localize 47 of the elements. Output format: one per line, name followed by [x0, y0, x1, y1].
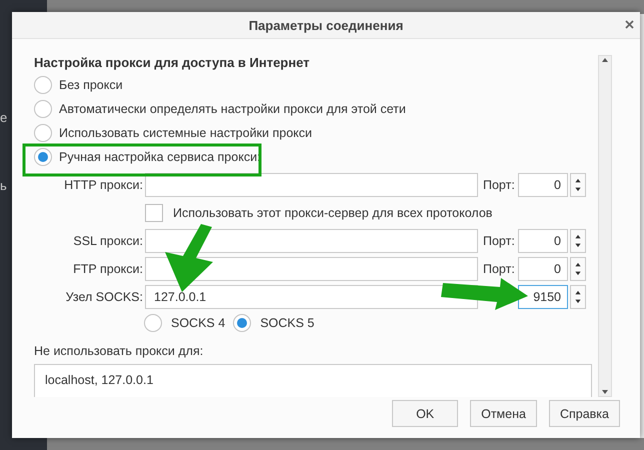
radio-button[interactable]: [233, 314, 252, 332]
input-field[interactable]: [145, 229, 478, 253]
close-icon[interactable]: [625, 20, 634, 29]
dialog-button[interactable]: Справка: [548, 400, 620, 427]
spinner-icon[interactable]: [570, 285, 586, 309]
input-field[interactable]: [145, 173, 478, 197]
radio-button[interactable]: [34, 76, 52, 94]
field-label: FTP прокси:: [72, 262, 143, 276]
background-text: ь: [0, 177, 8, 195]
radio-label[interactable]: Использовать системные настройки прокси: [59, 126, 312, 140]
radio-label[interactable]: SOCKS 4: [171, 316, 226, 330]
scroll-down-icon[interactable]: [601, 388, 609, 396]
window-title: Параметры соединения: [248, 18, 404, 32]
radio-label[interactable]: Автоматически определять настройки прокси для этой сети: [59, 102, 406, 116]
field-label: Узел SOCKS:: [64, 290, 143, 304]
field-label: Не использовать прокси для:: [34, 344, 204, 358]
checkbox[interactable]: [145, 204, 163, 222]
radio-button[interactable]: [144, 314, 162, 332]
checkbox-label[interactable]: Использовать этот прокси-сервер для всех протоколов: [173, 206, 492, 220]
port-field[interactable]: 0: [518, 257, 568, 281]
background-text: е: [0, 109, 8, 127]
radio-button[interactable]: [34, 100, 52, 118]
radio-label[interactable]: Ручная настройка сервиса прокси:: [59, 150, 261, 164]
radio-button[interactable]: [34, 148, 52, 166]
port-field[interactable]: 0: [518, 173, 568, 197]
input-field[interactable]: 127.0.0.1: [145, 285, 478, 309]
radio-label[interactable]: SOCKS 5: [260, 316, 314, 330]
dialog-button[interactable]: OK: [392, 400, 458, 427]
annotation-arrow: [165, 224, 213, 292]
port-label: Порт:: [482, 262, 516, 276]
port-label: Порт:: [482, 234, 516, 248]
field-label: HTTP прокси:: [63, 178, 143, 192]
spinner-icon[interactable]: [570, 173, 586, 197]
scroll-up-icon[interactable]: [601, 56, 609, 64]
scrollbar[interactable]: [598, 55, 612, 397]
spinner-icon[interactable]: [570, 229, 586, 253]
field-label: SSL прокси:: [72, 234, 143, 248]
spinner-icon[interactable]: [570, 257, 586, 281]
port-label: Порт:: [482, 178, 516, 192]
text-area[interactable]: localhost, 127.0.0.1: [34, 364, 592, 397]
section-heading: Настройка прокси для доступа в Интернет: [34, 55, 311, 70]
radio-button[interactable]: [34, 124, 52, 142]
radio-label[interactable]: Без прокси: [59, 78, 123, 92]
port-field[interactable]: 9150: [518, 285, 568, 309]
input-field[interactable]: [145, 257, 478, 281]
dialog-button[interactable]: Отмена: [470, 400, 537, 427]
port-field[interactable]: 0: [518, 229, 568, 253]
